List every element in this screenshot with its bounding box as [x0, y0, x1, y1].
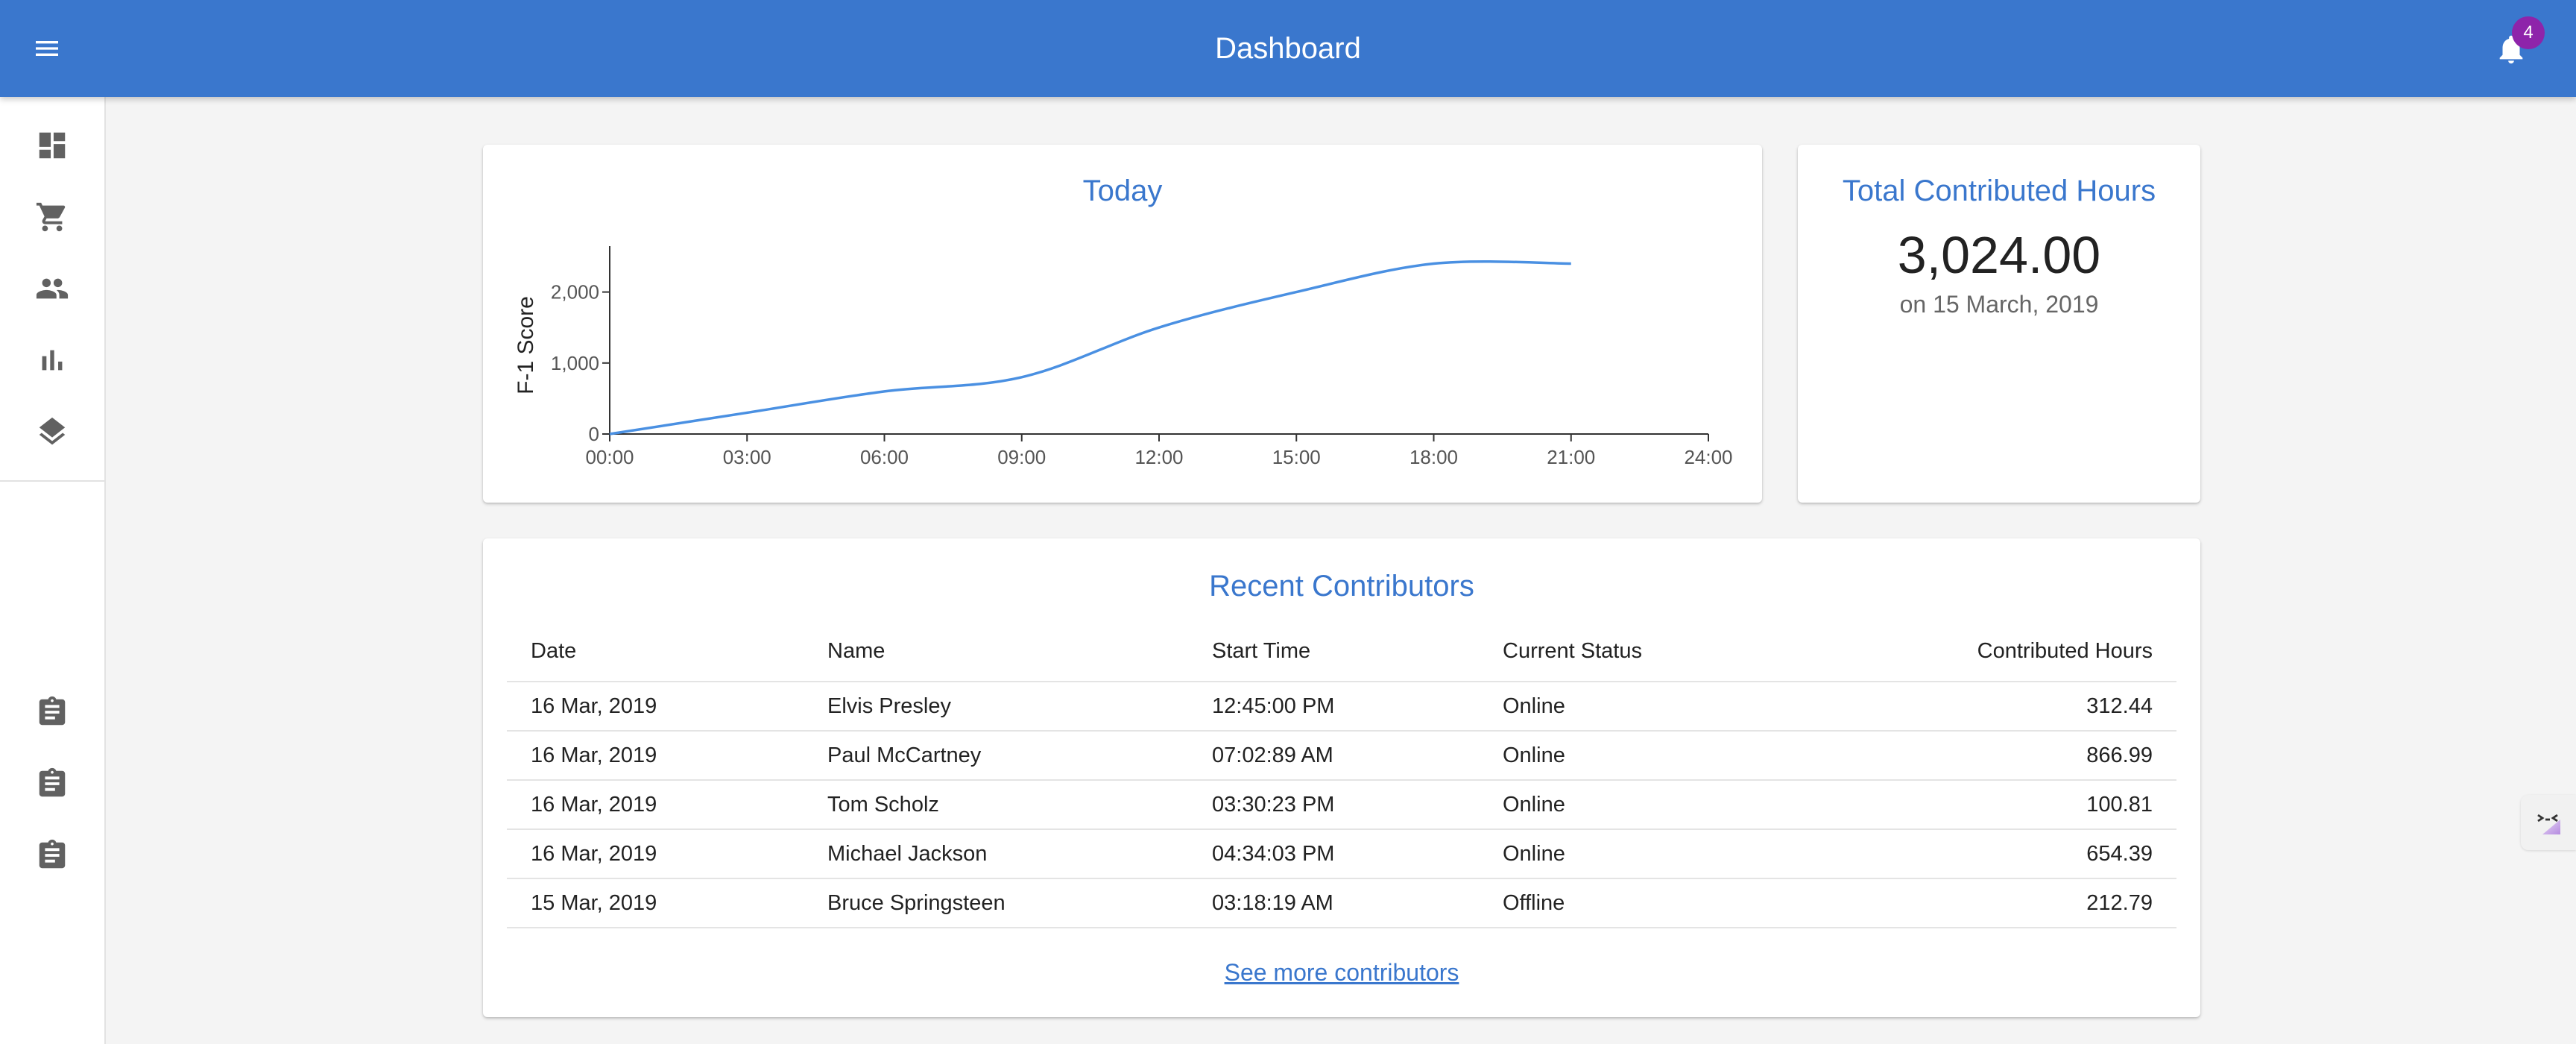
table-row: 16 Mar, 2019 Paul McCartney 07:02:89 AM … [507, 731, 2176, 781]
table-row: 16 Mar, 2019 Michael Jackson 04:34:03 PM… [507, 829, 2176, 879]
sidebar-item-report-3[interactable] [0, 822, 104, 889]
today-line-chart: 0 1,000 2,000 00:00 03:00 06:00 09:00 12:00 15:0… [514, 246, 1733, 468]
cell-date: 16 Mar, 2019 [507, 682, 804, 732]
cell-status: Online [1479, 829, 1926, 879]
total-hours-card: Total Contributed Hours 3,024.00 on 15 M… [1798, 145, 2200, 503]
assignment-icon [39, 767, 66, 797]
sidebar-item-integrations[interactable] [0, 398, 104, 465]
x-tick-label: 24:00 [1684, 446, 1732, 468]
table-row: 15 Mar, 2019 Bruce Springsteen 03:18:19 … [507, 878, 2176, 928]
cell-start-time: 03:18:19 AM [1188, 878, 1479, 928]
total-hours-date: on 15 March, 2019 [1899, 291, 2099, 318]
table-row: 16 Mar, 2019 Elvis Presley 12:45:00 PM O… [507, 682, 2176, 732]
x-tick-label: 18:00 [1409, 446, 1458, 468]
cell-date: 16 Mar, 2019 [507, 780, 804, 830]
column-header-hours: Contributed Hours [1926, 622, 2176, 682]
cell-status: Online [1479, 731, 1926, 781]
dashboard-icon [39, 132, 66, 159]
sidebar-item-report-2[interactable] [0, 750, 104, 817]
cell-hours: 312.44 [1926, 682, 2176, 732]
cell-start-time: 04:34:03 PM [1188, 829, 1479, 879]
page-title: Dashboard [1215, 31, 1361, 65]
cell-name: Bruce Springsteen [804, 878, 1188, 928]
y-tick-label: 0 [589, 423, 599, 445]
see-more-contributors-link[interactable]: See more contributors [1225, 959, 1459, 986]
sidebar-item-orders[interactable] [0, 183, 104, 251]
x-tick-label: 12:00 [1134, 446, 1183, 468]
sidebar-item-reports[interactable] [0, 327, 104, 394]
column-header-start-time: Start Time [1188, 622, 1479, 682]
menu-button[interactable] [22, 26, 72, 71]
cell-date: 16 Mar, 2019 [507, 829, 804, 879]
see-more-wrapper: See more contributors [483, 959, 2200, 987]
cell-date: 16 Mar, 2019 [507, 731, 804, 781]
menu-icon [36, 41, 58, 56]
cell-name: Elvis Presley [804, 682, 1188, 732]
x-tick-label: 06:00 [860, 446, 909, 468]
sidebar-item-customers[interactable] [0, 255, 104, 322]
cell-status: Offline [1479, 878, 1926, 928]
x-tick-label: 03:00 [723, 446, 771, 468]
assignment-icon [39, 839, 66, 869]
column-header-date: Date [507, 622, 804, 682]
cell-hours: 100.81 [1926, 780, 2176, 830]
cell-date: 15 Mar, 2019 [507, 878, 804, 928]
x-tick-label: 09:00 [997, 446, 1046, 468]
cell-hours: 866.99 [1926, 731, 2176, 781]
cell-name: Paul McCartney [804, 731, 1188, 781]
x-tick-label: 15:00 [1272, 446, 1321, 468]
people-icon [36, 278, 69, 299]
cell-name: Michael Jackson [804, 829, 1188, 879]
cell-start-time: 12:45:00 PM [1188, 682, 1479, 732]
cell-status: Online [1479, 780, 1926, 830]
shopping-cart-icon [36, 202, 66, 232]
layers-icon [39, 417, 66, 445]
cell-hours: 212.79 [1926, 878, 2176, 928]
total-hours-value: 3,024.00 [1897, 226, 2101, 284]
cell-start-time: 07:02:89 AM [1188, 731, 1479, 781]
column-header-name: Name [804, 622, 1188, 682]
app-bar: Dashboard 4 [0, 0, 2576, 97]
y-axis-label: F-1 Score [514, 296, 538, 394]
today-chart-card: Today 0 1,000 2,000 00:00 03:00 06:00 09:00 12:… [483, 145, 1762, 503]
table-row: 16 Mar, 2019 Tom Scholz 03:30:23 PM Onli… [507, 780, 2176, 830]
sidebar-item-dashboard[interactable] [0, 112, 104, 179]
x-tick-label: 21:00 [1547, 446, 1595, 468]
contributors-table: Date Name Start Time Current Status Cont… [507, 622, 2176, 928]
column-header-status: Current Status [1479, 622, 1926, 682]
sidebar [0, 97, 106, 1044]
recent-contributors-card: Recent Contributors Date Name Start Time… [483, 538, 2200, 1017]
x-tick-label: 00:00 [585, 446, 634, 468]
recent-contributors-title: Recent Contributors [1209, 570, 1474, 603]
y-tick-label: 1,000 [551, 352, 599, 374]
cell-status: Online [1479, 682, 1926, 732]
sidebar-divider [0, 480, 104, 482]
floating-chat-widget[interactable] [2521, 795, 2576, 850]
cell-name: Tom Scholz [804, 780, 1188, 830]
bar-chart-icon [42, 350, 63, 371]
notification-count-badge: 4 [2512, 16, 2545, 49]
assignment-icon [39, 696, 66, 726]
table-header-row: Date Name Start Time Current Status Cont… [507, 622, 2176, 682]
cell-start-time: 03:30:23 PM [1188, 780, 1479, 830]
sidebar-item-report-1[interactable] [0, 679, 104, 746]
chat-face-icon [2537, 814, 2560, 834]
y-tick-label: 2,000 [551, 281, 599, 304]
total-hours-title: Total Contributed Hours [1842, 174, 2156, 207]
series-line [609, 260, 1571, 435]
cell-hours: 654.39 [1926, 829, 2176, 879]
